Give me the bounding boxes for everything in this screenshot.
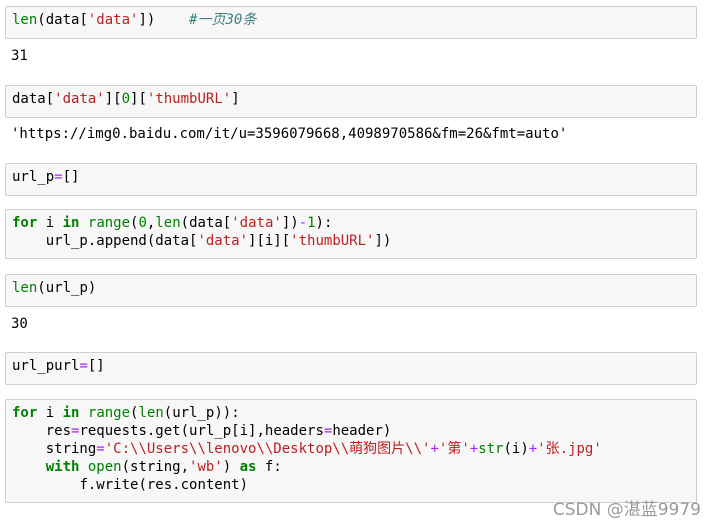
code-cell-for-append[interactable]: for i in range(0,len(data['data'])-1): u… [5, 209, 697, 259]
code-text: (url_p)): [163, 405, 240, 421]
operator: = [54, 169, 63, 185]
output-cell-1: 31 [11, 48, 28, 64]
string-literal: '第' [438, 441, 470, 457]
keyword-in: in [62, 215, 80, 231]
code-text: url_purl [12, 358, 80, 374]
code-text: ]) [374, 233, 392, 249]
keyword-in: in [62, 405, 80, 421]
keyword-as: as [239, 459, 257, 475]
code-cell-url-p-init[interactable]: url_p=[] [5, 163, 697, 196]
code-text: url_p [12, 169, 55, 185]
output-cell-5: 30 [11, 316, 28, 332]
code-text: string [45, 441, 97, 457]
string-literal: 'wb' [189, 459, 223, 475]
keyword-for: for [12, 405, 38, 421]
code-comment: #一页30条 [189, 12, 257, 28]
operator: = [96, 441, 105, 457]
operator: = [79, 358, 88, 374]
code-text: i [37, 405, 63, 421]
builtin-range: range [87, 215, 131, 231]
code-text: (i) [503, 441, 529, 457]
code-text: res [45, 423, 72, 439]
number-literal: 1 [307, 215, 316, 231]
code-text: ][ [104, 91, 122, 107]
code-text: ][i][ [248, 233, 291, 249]
code-cell-download-loop[interactable]: for i in range(len(url_p)): res=requests… [5, 399, 697, 503]
keyword-for: for [12, 215, 38, 231]
code-text: requests.get(url_p[i],headers [79, 423, 324, 439]
code-text: ) [222, 459, 240, 475]
code-text: [] [87, 358, 105, 374]
builtin-open: open [87, 459, 122, 475]
number-literal: 0 [138, 215, 147, 231]
code-text: ]) [138, 12, 156, 28]
builtin-len: len [138, 405, 164, 421]
string-literal: 'data' [87, 12, 139, 28]
string-literal: 'thumbURL' [146, 91, 232, 107]
string-literal: 'thumbURL' [290, 233, 375, 249]
string-literal: 'data' [231, 215, 282, 231]
code-text: (url_p) [37, 280, 97, 296]
csdn-watermark: CSDN @湛蓝9979 [552, 500, 701, 520]
number-literal: 0 [121, 91, 131, 107]
string-literal: 'data' [197, 233, 249, 249]
string-literal: 'data' [54, 91, 105, 107]
keyword-with: with [45, 459, 80, 475]
builtin-len: len [12, 280, 38, 296]
operator: + [469, 441, 479, 457]
code-text: header) [332, 423, 392, 439]
code-text: ][ [130, 91, 147, 107]
operator: - [298, 215, 308, 231]
code-cell-url-purl-init[interactable]: url_purl=[] [5, 352, 697, 385]
code-cell-len-data[interactable]: len(data['data']) #一页30条 [5, 6, 697, 39]
code-text: f: [256, 459, 282, 475]
builtin-str: str [478, 441, 504, 457]
code-text: ): [315, 215, 333, 231]
code-text: ]) [281, 215, 299, 231]
code-text: [] [62, 169, 80, 185]
code-text: i [37, 215, 63, 231]
output-cell-2: 'https://img0.baidu.com/it/u=3596079668,… [11, 126, 568, 142]
operator: + [430, 441, 439, 457]
builtin-range: range [87, 405, 131, 421]
builtin-len: len [155, 215, 181, 231]
code-text: ] [231, 91, 240, 107]
code-cell-thumburl[interactable]: data['data'][0]['thumbURL'] [5, 85, 697, 118]
code-text: f.write(res.content) [79, 477, 249, 493]
builtin-len: len [12, 12, 38, 28]
code-text: (data[ [180, 215, 232, 231]
code-text: data[ [12, 91, 55, 107]
code-text: url_p.append(data[ [45, 233, 198, 249]
code-text: (data[ [37, 12, 88, 28]
string-literal: '张.jpg' [537, 441, 602, 457]
code-cell-len-url-p[interactable]: len(url_p) [5, 274, 697, 307]
code-text: (string, [121, 459, 190, 475]
operator: + [528, 441, 538, 457]
string-literal: 'C:\\Users\\lenovo\\Desktop\\萌狗图片\\' [104, 441, 431, 457]
